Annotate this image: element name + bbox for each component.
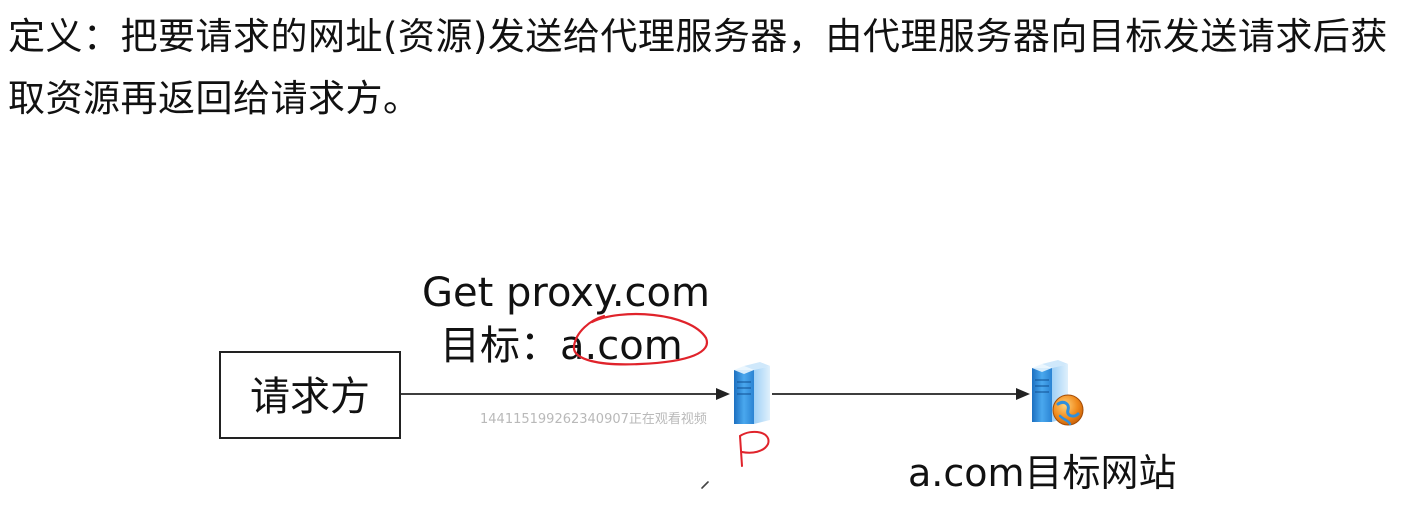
proxy-diagram: Get proxy.com 目标：a.com 请求方 1441151992623… (219, 270, 1177, 495)
web-server-icon (1032, 360, 1084, 426)
request-line-1: Get proxy.com (422, 270, 710, 316)
annotation-letter-p (738, 430, 770, 467)
annotation-tick (701, 481, 709, 489)
watermark: 1441151992623409​07正在观看视频 (480, 411, 707, 427)
arrowhead-1 (716, 388, 730, 400)
globe-icon (1052, 394, 1084, 426)
client-label: 请求方 (250, 374, 370, 420)
request-line-2: 目标：a.com (440, 323, 683, 369)
target-label: a.com目标网站 (908, 451, 1177, 495)
arrowhead-2 (1016, 388, 1030, 400)
proxy-server-icon (734, 362, 770, 424)
